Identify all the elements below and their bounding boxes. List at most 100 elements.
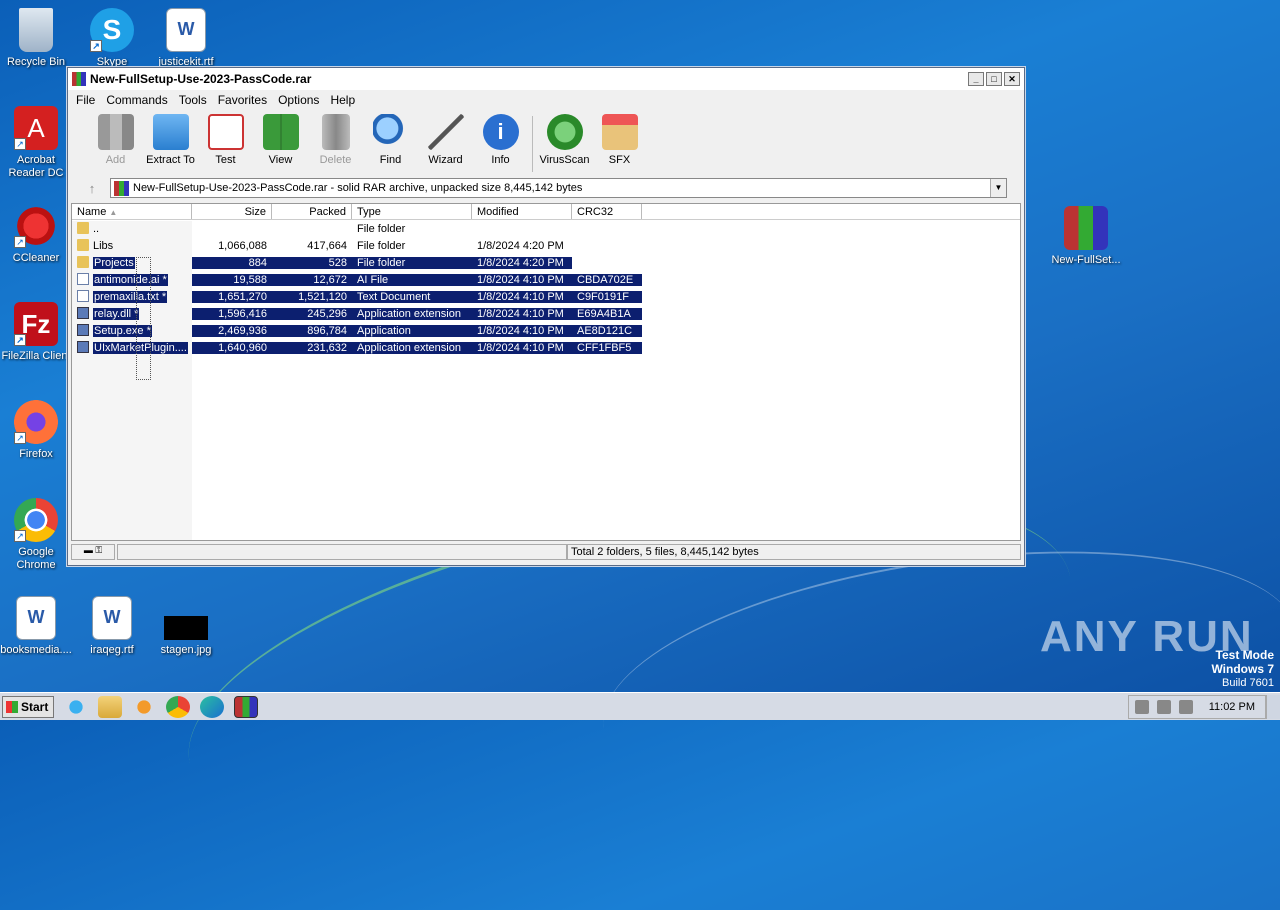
desktop-icon-stagen[interactable]: stagen.jpg bbox=[150, 596, 222, 657]
status-text: Total 2 folders, 5 files, 8,445,142 byte… bbox=[567, 544, 1021, 560]
trash-icon bbox=[321, 114, 350, 150]
explorer-folder-icon[interactable] bbox=[98, 695, 122, 718]
word-document-icon: W bbox=[92, 596, 132, 640]
table-row[interactable]: .. File folder bbox=[72, 220, 1020, 237]
cell-size: 2,469,936 bbox=[192, 324, 272, 337]
flag-icon[interactable] bbox=[1178, 699, 1193, 714]
view-book-icon bbox=[262, 114, 299, 150]
menu-favorites[interactable]: Favorites bbox=[214, 93, 271, 107]
ie-icon[interactable] bbox=[64, 695, 88, 718]
table-row[interactable]: UIxMarketPlugin.... 1,640,960 231,632 Appli… bbox=[72, 339, 1020, 356]
sfx-button[interactable]: SFX bbox=[592, 114, 647, 166]
status-bar: ▬ ⚿ Total 2 folders, 5 files, 8,445,142 … bbox=[71, 542, 1021, 562]
maximize-button[interactable]: □ bbox=[986, 72, 1002, 86]
up-arrow-icon[interactable]: ↑ bbox=[74, 181, 110, 196]
table-row[interactable]: Libs 1,066,088 417,664 File folder 1/8/2024 … bbox=[72, 237, 1020, 254]
cell-name: Setup.exe * bbox=[72, 324, 192, 337]
desktop-icon-rar-archive[interactable]: New-FullSet... bbox=[1050, 206, 1122, 267]
menu-options[interactable]: Options bbox=[274, 93, 323, 107]
menu-bar: File Commands Tools Favorites Options He… bbox=[68, 90, 1024, 110]
cell-name: .. bbox=[72, 222, 192, 235]
desktop-icon-label: Google Chrome bbox=[16, 546, 56, 571]
find-button[interactable]: Find bbox=[363, 114, 418, 166]
extract-to-button[interactable]: Extract To bbox=[143, 114, 198, 166]
winrar-taskbar-icon[interactable] bbox=[234, 695, 258, 718]
speaker-icon[interactable] bbox=[1134, 699, 1149, 714]
folder-icon bbox=[77, 256, 89, 268]
desktop-icon-iraqeg[interactable]: W iraqeg.rtf bbox=[76, 596, 148, 657]
column-header: Name ▲ Size Packed Type Modified CRC32 bbox=[72, 204, 1020, 220]
edge-icon[interactable] bbox=[200, 695, 224, 718]
test-clipboard-icon bbox=[207, 114, 244, 150]
chevron-down-icon[interactable]: ▼ bbox=[990, 179, 1006, 197]
chrome-icon: ↗ bbox=[14, 498, 58, 542]
cell-crc: AE8D121C bbox=[572, 324, 642, 337]
test-button[interactable]: Test bbox=[198, 114, 253, 166]
table-row[interactable]: Setup.exe * 2,469,936 896,784 Application 1/… bbox=[72, 322, 1020, 339]
desktop-icon-label: Firefox bbox=[19, 448, 53, 460]
network-icon[interactable] bbox=[1156, 699, 1171, 714]
sort-arrow-icon: ▲ bbox=[109, 208, 118, 217]
column-modified[interactable]: Modified bbox=[472, 204, 572, 219]
cell-crc: C9F0191F bbox=[572, 290, 642, 303]
recycle-bin-icon bbox=[19, 8, 53, 52]
desktop-icon-chrome[interactable]: ↗ Google Chrome bbox=[0, 498, 72, 572]
sfx-box-icon bbox=[601, 114, 638, 150]
file-list[interactable]: Name ▲ Size Packed Type Modified CRC32 .… bbox=[71, 203, 1021, 541]
start-button[interactable]: Start bbox=[2, 695, 54, 718]
menu-help[interactable]: Help bbox=[326, 93, 359, 107]
wizard-button[interactable]: Wizard bbox=[418, 114, 473, 166]
column-packed[interactable]: Packed bbox=[272, 204, 352, 219]
column-size[interactable]: Size bbox=[192, 204, 272, 219]
desktop-icon-booksmedia[interactable]: W booksmedia.... bbox=[0, 596, 72, 657]
chrome-icon[interactable] bbox=[166, 695, 190, 718]
add-button[interactable]: Add bbox=[88, 114, 143, 166]
cell-name: UIxMarketPlugin.... bbox=[72, 341, 192, 354]
close-button[interactable]: ✕ bbox=[1004, 72, 1020, 86]
address-field[interactable]: New-FullSetup-Use-2023-PassCode.rar - so… bbox=[110, 178, 1007, 198]
virusscan-button[interactable]: VirusScan bbox=[537, 114, 592, 166]
column-name[interactable]: Name ▲ bbox=[72, 204, 192, 219]
desktop-icon-filezilla[interactable]: Fz ↗ FileZilla Client bbox=[0, 302, 72, 363]
table-row[interactable]: antimonide.ai * 19,588 12,672 AI File 1/8/20… bbox=[72, 271, 1020, 288]
drive-key-icon[interactable]: ▬ ⚿ bbox=[71, 544, 115, 560]
table-row[interactable]: premaxilla.txt * 1,651,270 1,521,120 Text D… bbox=[72, 288, 1020, 305]
table-row[interactable]: relay.dll * 1,596,416 245,296 Application e… bbox=[72, 305, 1020, 322]
desktop-icon-recycle-bin[interactable]: Recycle Bin bbox=[0, 8, 72, 69]
cell-modified: 1/8/2024 4:10 PM bbox=[472, 273, 572, 286]
desktop-icon-acrobat[interactable]: A ↗ Acrobat Reader DC bbox=[0, 106, 72, 180]
acrobat-icon: A ↗ bbox=[14, 106, 58, 150]
winrar-window[interactable]: New-FullSetup-Use-2023-PassCode.rar _ □ … bbox=[67, 67, 1025, 566]
info-button[interactable]: i Info bbox=[473, 114, 528, 166]
cell-size: 1,651,270 bbox=[192, 290, 272, 303]
extract-folder-icon bbox=[152, 114, 189, 150]
cell-size: 1,596,416 bbox=[192, 307, 272, 320]
title-bar[interactable]: New-FullSetup-Use-2023-PassCode.rar _ □ … bbox=[68, 68, 1024, 90]
table-row[interactable]: Projects 884 528 File folder 1/8/2024 4:20 P… bbox=[72, 254, 1020, 271]
desktop-icon-skype[interactable]: S ↗ Skype bbox=[76, 8, 148, 69]
rar-archive-icon bbox=[114, 180, 129, 196]
cell-name: premaxilla.txt * bbox=[72, 290, 192, 303]
column-type[interactable]: Type bbox=[352, 204, 472, 219]
show-desktop-button[interactable] bbox=[1266, 694, 1280, 719]
delete-button[interactable]: Delete bbox=[308, 114, 363, 166]
cell-packed: 12,672 bbox=[272, 273, 352, 286]
cell-crc: CBDA702E bbox=[572, 273, 642, 286]
menu-commands[interactable]: Commands bbox=[102, 93, 171, 107]
clock[interactable]: 11:02 PM bbox=[1209, 701, 1255, 713]
cell-modified: 1/8/2024 4:10 PM bbox=[472, 307, 572, 320]
desktop-icon-justicekit[interactable]: W justicekit.rtf bbox=[150, 8, 222, 69]
menu-file[interactable]: File bbox=[72, 93, 99, 107]
media-player-icon[interactable] bbox=[132, 695, 156, 718]
column-crc32[interactable]: CRC32 bbox=[572, 204, 642, 219]
cell-modified: 1/8/2024 4:20 PM bbox=[472, 256, 572, 269]
cell-packed: 245,296 bbox=[272, 307, 352, 320]
desktop-icon-label: stagen.jpg bbox=[160, 644, 212, 656]
desktop-icon-ccleaner[interactable]: ↗ CCleaner bbox=[0, 204, 72, 265]
minimize-button[interactable]: _ bbox=[968, 72, 984, 86]
cell-size: 1,640,960 bbox=[192, 341, 272, 354]
view-button[interactable]: View bbox=[253, 114, 308, 166]
desktop-icon-firefox[interactable]: ↗ Firefox bbox=[0, 400, 72, 461]
cell-modified: 1/8/2024 4:10 PM bbox=[472, 290, 572, 303]
menu-tools[interactable]: Tools bbox=[175, 93, 211, 107]
